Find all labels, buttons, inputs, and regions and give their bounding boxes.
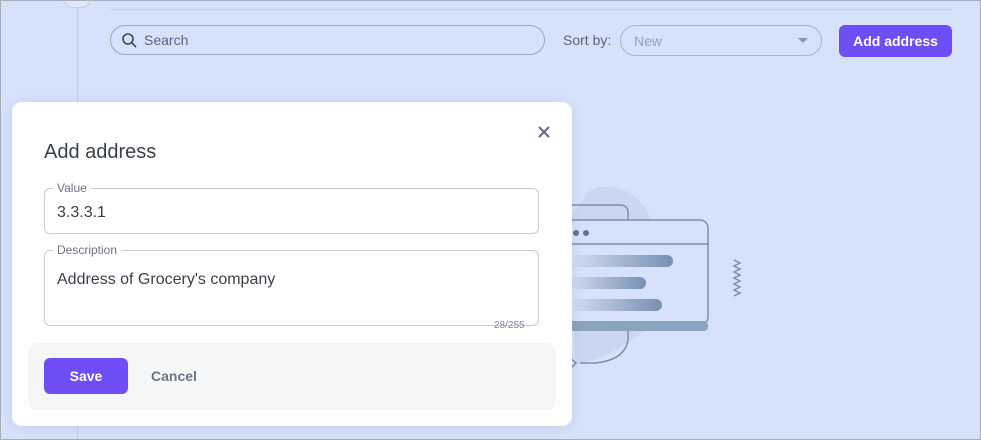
close-icon: [538, 126, 550, 138]
value-field[interactable]: Value 3.3.3.1: [44, 181, 539, 234]
modal-footer: Save Cancel: [28, 343, 556, 410]
add-address-button[interactable]: Add address: [839, 25, 952, 57]
sort-label: Sort by:: [563, 32, 612, 48]
search-box[interactable]: [110, 25, 545, 55]
value-field-label: Value: [53, 181, 91, 195]
character-counter: 28/255: [494, 320, 525, 331]
description-field-label: Description: [53, 243, 122, 257]
cancel-button[interactable]: Cancel: [140, 358, 208, 394]
sort-select[interactable]: New: [620, 25, 822, 56]
search-input[interactable]: [142, 31, 526, 49]
description-field[interactable]: Description Address of Grocery's company: [44, 243, 539, 326]
sort-value: New: [634, 32, 663, 49]
modal-title: Add address: [44, 141, 157, 163]
rail-toggle[interactable]: [63, 0, 91, 8]
search-icon: [122, 33, 137, 48]
save-button[interactable]: Save: [44, 358, 128, 394]
divider: [110, 9, 952, 10]
close-button[interactable]: [535, 123, 553, 141]
chevron-down-icon: [798, 38, 808, 43]
description-textarea[interactable]: Address of Grocery's company: [57, 271, 275, 289]
add-address-modal: Add address Value 3.3.3.1 Description Ad…: [12, 102, 572, 426]
value-input[interactable]: 3.3.3.1: [57, 204, 106, 222]
